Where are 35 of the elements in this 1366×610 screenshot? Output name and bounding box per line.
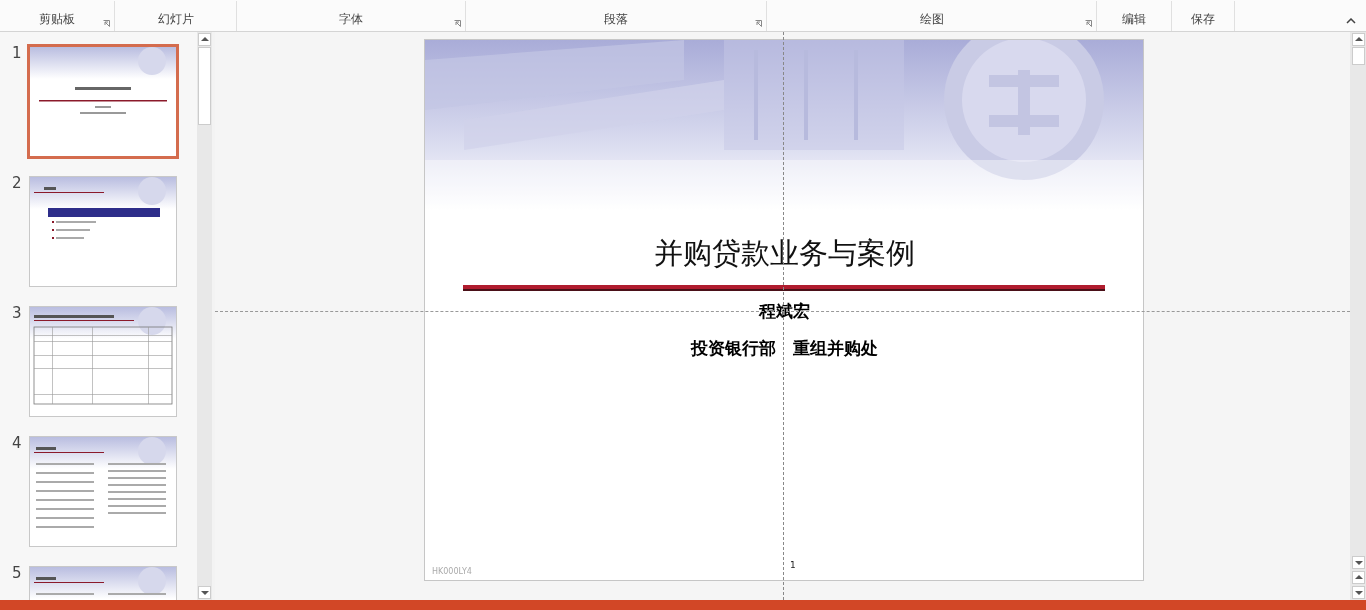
scrollbar[interactable] (1350, 32, 1366, 600)
department-name: 投资银行部 重组并购处 (690, 337, 878, 359)
previous-slide-icon[interactable] (1351, 571, 1365, 584)
slide-thumbnail[interactable] (29, 306, 177, 417)
footer-code: HK000LY4 (432, 567, 473, 576)
group-label: 编辑 (1122, 11, 1146, 28)
scroll-down-icon[interactable] (198, 586, 211, 599)
scroll-up-icon[interactable] (198, 33, 211, 46)
collapse-ribbon-icon[interactable] (1346, 18, 1356, 24)
dialog-launcher-icon[interactable] (755, 20, 762, 27)
slide-number: 1 (11, 44, 23, 62)
slide-number: 2 (11, 174, 23, 192)
slide-number: 3 (11, 304, 23, 322)
slide-thumbnail[interactable] (29, 436, 177, 547)
scroll-down-icon[interactable] (1351, 556, 1365, 569)
slide-number: 5 (11, 564, 23, 582)
scroll-thumb[interactable] (1351, 47, 1365, 65)
group-label: 字体 (339, 11, 363, 28)
group-label: 保存 (1191, 11, 1215, 28)
scrollbar[interactable] (197, 32, 212, 600)
next-slide-icon[interactable] (1351, 586, 1365, 599)
scroll-thumb[interactable] (198, 47, 211, 125)
slide-thumbnail[interactable] (27, 44, 179, 159)
page-number: 1 (790, 560, 796, 570)
dialog-launcher-icon[interactable] (454, 20, 461, 27)
dialog-launcher-icon[interactable] (1085, 20, 1092, 27)
scroll-up-icon[interactable] (1351, 33, 1365, 46)
slide-number: 4 (11, 434, 23, 452)
dialog-launcher-icon[interactable] (103, 20, 110, 27)
group-label: 绘图 (919, 11, 944, 28)
group-label: 幻灯片 (157, 11, 194, 28)
slide-title: 并购贷款业务与案例 (653, 235, 915, 271)
group-label: 剪贴板 (39, 11, 75, 28)
slide-thumbnail[interactable] (29, 176, 177, 287)
group-label: 段落 (604, 11, 628, 28)
